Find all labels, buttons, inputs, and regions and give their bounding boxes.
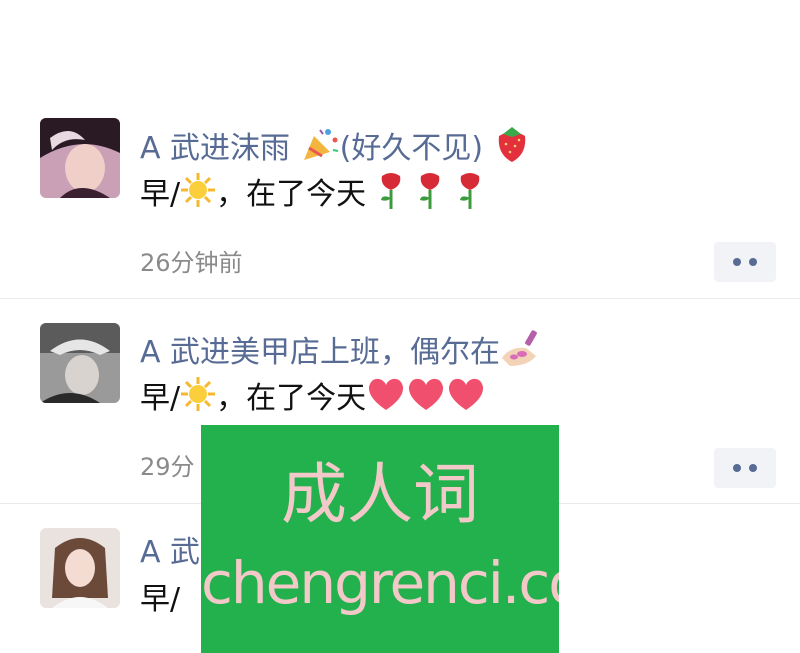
author-name-text: A 武进美甲店上班，偶尔在 bbox=[140, 335, 501, 370]
rose-icon bbox=[455, 170, 485, 221]
post-timestamp: 29分 bbox=[140, 453, 195, 481]
more-dots-icon bbox=[749, 258, 757, 266]
avatar[interactable] bbox=[40, 323, 120, 403]
party-popper-icon bbox=[300, 126, 340, 173]
sun-icon bbox=[180, 172, 216, 219]
author-name-suffix: (好久不见) bbox=[339, 131, 484, 166]
author-name-text: A 武进沫雨 bbox=[140, 131, 291, 166]
post-text-prefix: 早/ bbox=[140, 381, 181, 416]
watermark-url: chengrenci.com bbox=[201, 549, 559, 617]
more-dots-icon bbox=[733, 258, 741, 266]
rose-icon bbox=[415, 170, 445, 221]
post-author-name[interactable]: A 武进美甲店上班，偶尔在 bbox=[140, 328, 542, 379]
post-text-body: ，在了今天 bbox=[216, 381, 367, 416]
post-author-name[interactable]: A 武 bbox=[140, 533, 200, 573]
strawberry-icon bbox=[493, 124, 531, 175]
more-actions-button[interactable] bbox=[714, 448, 776, 488]
nail-polish-icon bbox=[500, 328, 542, 379]
post-timestamp: 26分钟前 bbox=[140, 249, 243, 277]
post-content: 早/ bbox=[140, 580, 180, 620]
more-dots-icon bbox=[749, 464, 757, 472]
post-content: 早/ ，在了今天 bbox=[140, 170, 485, 221]
heart-icon bbox=[366, 376, 406, 423]
heart-icon bbox=[406, 376, 446, 423]
post-text-prefix: 早/ bbox=[140, 582, 181, 617]
post-author-name[interactable]: A 武进沫雨 (好久不见) bbox=[140, 124, 531, 175]
avatar[interactable] bbox=[40, 118, 120, 198]
more-dots-icon bbox=[733, 464, 741, 472]
more-actions-button[interactable] bbox=[714, 242, 776, 282]
post-text-prefix: 早/ bbox=[140, 177, 181, 212]
post-content: 早/ ，在了今天 bbox=[140, 376, 486, 423]
watermark-title: 成人词 bbox=[281, 456, 479, 533]
watermark-overlay: 成人词 chengrenci.com bbox=[201, 425, 559, 653]
post-text-body: ，在了今天 bbox=[216, 177, 367, 212]
heart-icon bbox=[446, 376, 486, 423]
divider bbox=[0, 298, 800, 299]
avatar[interactable] bbox=[40, 528, 120, 608]
rose-icon bbox=[376, 170, 406, 221]
sun-icon bbox=[180, 376, 216, 423]
